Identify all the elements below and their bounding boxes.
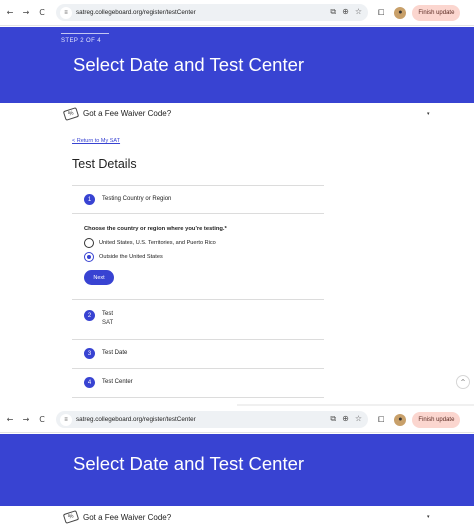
scroll-to-top-button[interactable]: ^ bbox=[456, 375, 470, 389]
return-to-my-sat-link[interactable]: < Return to My SAT bbox=[72, 138, 120, 144]
hero-banner: STEP 2 OF 4 Select Date and Test Center bbox=[0, 27, 474, 103]
step-progress-line bbox=[61, 33, 109, 34]
extensions-icon[interactable]: ⧠ bbox=[378, 8, 384, 18]
fee-waiver-label[interactable]: Got a Fee Waiver Code? bbox=[83, 513, 171, 522]
radio-option-us[interactable]: United States, U.S. Territories, and Pue… bbox=[84, 238, 216, 248]
step-number-badge: 4 bbox=[84, 377, 95, 388]
step-number-badge: 3 bbox=[84, 348, 95, 359]
chevron-down-icon[interactable]: ▾ bbox=[427, 514, 430, 520]
forward-icon[interactable]: → bbox=[20, 415, 32, 424]
extensions-icon[interactable]: ⧠ bbox=[378, 415, 384, 425]
step-item-test-date[interactable]: 3 Test Date bbox=[72, 339, 324, 368]
country-selection-panel: Choose the country or region where you'r… bbox=[72, 213, 324, 299]
step-label: Testing Country or Region bbox=[102, 196, 172, 202]
profile-avatar[interactable]: ● bbox=[394, 6, 407, 19]
finish-update-button[interactable]: Finish update bbox=[412, 4, 461, 21]
browser-toolbar-secondary: ← → C ≡ satreg.collegeboard.org/register… bbox=[0, 407, 474, 433]
test-details-heading: Test Details bbox=[72, 157, 137, 171]
step-item-test[interactable]: 2 Test SAT bbox=[72, 299, 324, 339]
site-info-icon[interactable]: ≡ bbox=[60, 6, 72, 19]
back-icon[interactable]: ← bbox=[4, 8, 16, 17]
reload-icon[interactable]: C bbox=[36, 8, 48, 17]
cast-icon[interactable]: ⧉ bbox=[330, 414, 336, 424]
url-text[interactable]: satreg.collegeboard.org/register/testCen… bbox=[76, 416, 196, 423]
url-text[interactable]: satreg.collegeboard.org/register/testCen… bbox=[76, 9, 196, 16]
radio-button-us[interactable] bbox=[84, 238, 94, 248]
radio-button-outside-us[interactable] bbox=[84, 252, 94, 262]
profile-avatar[interactable]: ● bbox=[394, 413, 407, 426]
step-indicator: STEP 2 OF 4 bbox=[61, 38, 101, 44]
country-question: Choose the country or region where you'r… bbox=[84, 226, 227, 232]
back-icon[interactable]: ← bbox=[4, 415, 16, 424]
coupon-icon: % bbox=[62, 106, 80, 121]
step-item-country[interactable]: 1 Testing Country or Region bbox=[72, 185, 324, 213]
step-label: Test Date bbox=[102, 350, 128, 356]
coupon-icon: % bbox=[62, 510, 80, 524]
bookmark-star-icon[interactable]: ☆ bbox=[355, 414, 362, 424]
fee-waiver-label[interactable]: Got a Fee Waiver Code? bbox=[83, 109, 171, 118]
reload-icon[interactable]: C bbox=[36, 415, 48, 424]
finish-update-button[interactable]: Finish update bbox=[412, 411, 461, 428]
zoom-icon[interactable]: ⊕ bbox=[342, 7, 349, 17]
hero-banner-secondary: Select Date and Test Center bbox=[0, 434, 474, 506]
address-bar[interactable]: ≡ satreg.collegeboard.org/register/testC… bbox=[56, 411, 368, 428]
address-bar[interactable]: ≡ satreg.collegeboard.org/register/testC… bbox=[56, 4, 368, 21]
page-title: Select Date and Test Center bbox=[73, 54, 305, 75]
step-label: Test Center bbox=[102, 379, 133, 385]
fee-waiver-bar-secondary[interactable]: % Got a Fee Waiver Code? ▾ bbox=[0, 506, 474, 527]
radio-option-outside-us[interactable]: Outside the United States bbox=[84, 252, 163, 262]
divider bbox=[237, 404, 474, 406]
step-value: SAT bbox=[102, 320, 114, 326]
forward-icon[interactable]: → bbox=[20, 8, 32, 17]
step-item-test-center[interactable]: 4 Test Center bbox=[72, 368, 324, 398]
step-number-badge: 1 bbox=[84, 194, 95, 205]
bookmark-star-icon[interactable]: ☆ bbox=[355, 7, 362, 17]
site-info-icon[interactable]: ≡ bbox=[60, 413, 72, 426]
profile-icon: ● bbox=[398, 9, 403, 16]
profile-icon: ● bbox=[398, 416, 403, 423]
cast-icon[interactable]: ⧉ bbox=[330, 7, 336, 17]
chevron-down-icon[interactable]: ▾ bbox=[427, 111, 430, 117]
radio-label[interactable]: Outside the United States bbox=[99, 254, 163, 260]
zoom-icon[interactable]: ⊕ bbox=[342, 414, 349, 424]
step-label: Test bbox=[102, 311, 114, 317]
browser-toolbar: ← → C ≡ satreg.collegeboard.org/register… bbox=[0, 0, 474, 26]
next-button[interactable]: Next bbox=[84, 270, 114, 285]
page-title: Select Date and Test Center bbox=[73, 453, 305, 474]
radio-label[interactable]: United States, U.S. Territories, and Pue… bbox=[99, 240, 216, 246]
step-number-badge: 2 bbox=[84, 310, 95, 321]
